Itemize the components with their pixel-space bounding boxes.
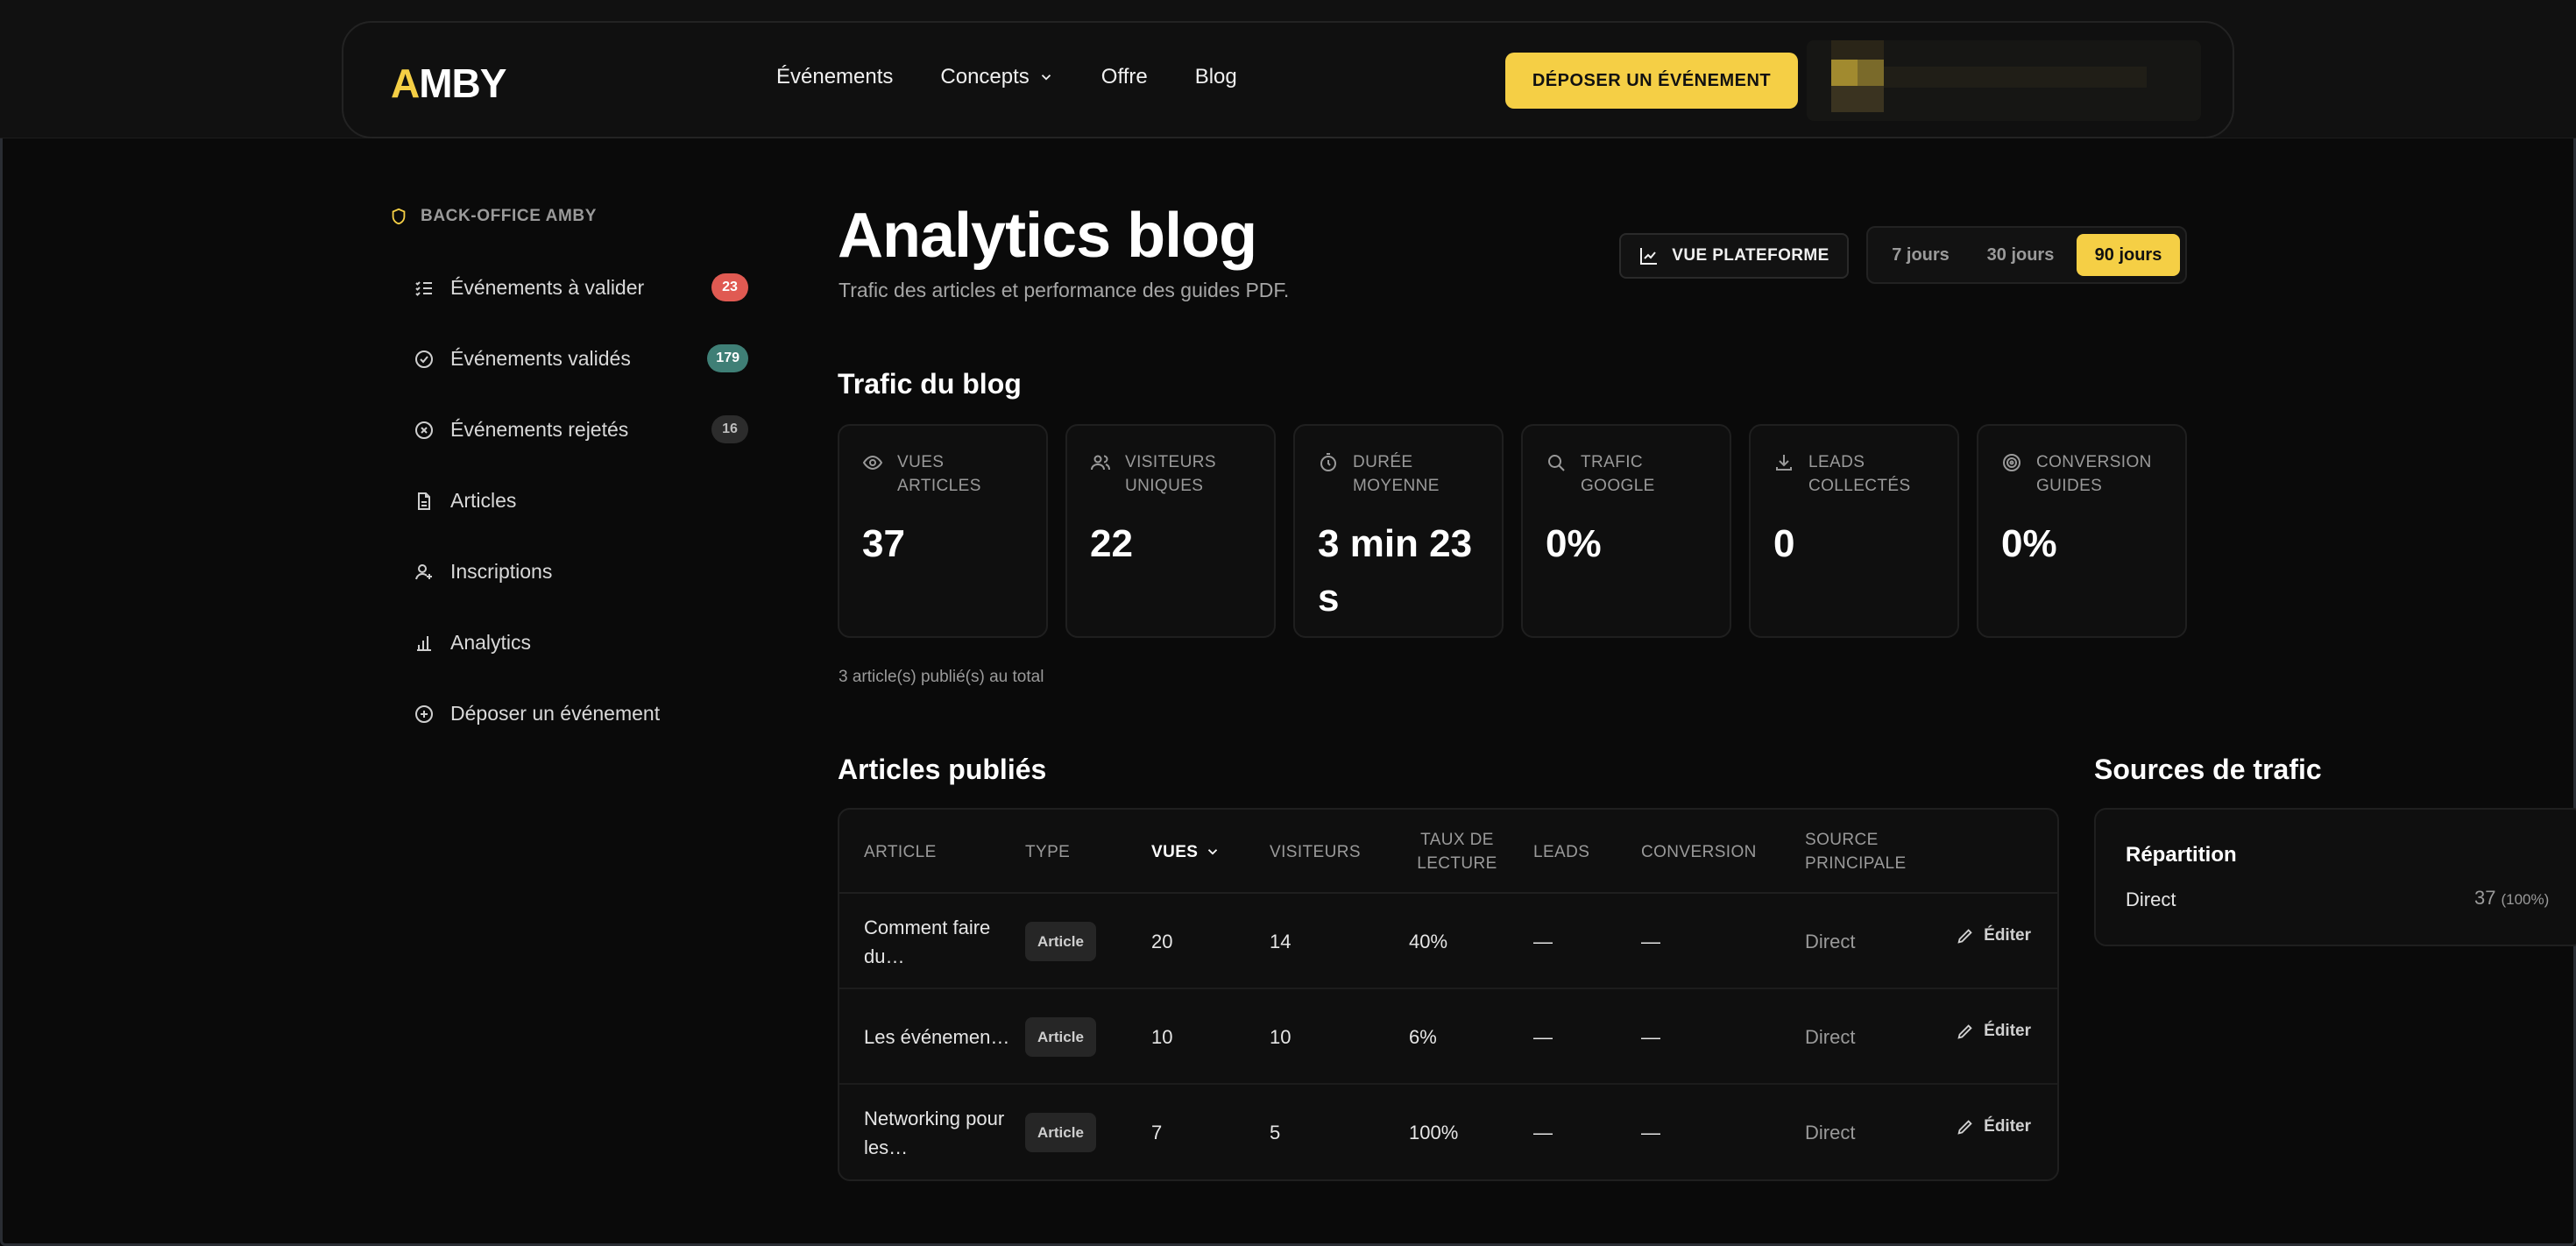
- line-chart-icon: [1640, 248, 1658, 265]
- nav-blog[interactable]: Blog: [1195, 65, 1237, 89]
- col-vues[interactable]: VUES: [1151, 810, 1221, 894]
- pencil-icon: [1957, 1024, 1972, 1039]
- edit-button[interactable]: Éditer: [1956, 894, 2031, 978]
- total-articles-note: 3 article(s) publié(s) au total: [839, 668, 1044, 686]
- vue-plateforme-button[interactable]: VUE PLATEFORME: [1619, 233, 1849, 279]
- kpi-duree-moyenne: DURÉE MOYENNE 3 min 23 s: [1293, 424, 1504, 638]
- shield-icon: [392, 208, 406, 225]
- kpi-leads-collectes: LEADS COLLECTÉS 0: [1749, 424, 1959, 638]
- sidebar-item-evenements-rejetes[interactable]: Événements rejetés 16: [389, 394, 748, 465]
- sidebar-item-evenements-a-valider[interactable]: Événements à valider 23: [389, 252, 748, 323]
- table-header: ARTICLE TYPE VUES VISITEURS TAUX DE LECT…: [839, 810, 2057, 894]
- bar-chart-icon: [417, 635, 431, 651]
- edit-button[interactable]: Éditer: [1956, 989, 2031, 1073]
- col-leads[interactable]: LEADS: [1533, 810, 1589, 894]
- checklist-icon: [415, 280, 432, 296]
- source-value: 37 (100%): [2474, 887, 2550, 909]
- period-30-jours[interactable]: 30 jours: [1970, 234, 2071, 276]
- deposer-evenement-button[interactable]: DÉPOSER UN ÉVÉNEMENT: [1505, 53, 1798, 109]
- stopwatch-icon: [1320, 453, 1336, 471]
- sidebar-item-inscriptions[interactable]: Inscriptions: [389, 536, 748, 607]
- document-icon: [418, 492, 430, 510]
- articles-section-title: Articles publiés: [838, 754, 1047, 785]
- pencil-icon: [1957, 1120, 1972, 1135]
- type-pill: Article: [1025, 1017, 1096, 1057]
- type-pill: Article: [1025, 1113, 1096, 1152]
- nav-offre[interactable]: Offre: [1101, 65, 1148, 89]
- period-selector: 7 jours 30 jours 90 jours: [1866, 226, 2187, 284]
- articles-table: ARTICLE TYPE VUES VISITEURS TAUX DE LECT…: [838, 808, 2059, 1181]
- kpi-visiteurs-uniques: VISITEURS UNIQUES 22: [1065, 424, 1276, 638]
- eye-icon: [862, 455, 883, 471]
- download-icon: [1776, 455, 1792, 471]
- traffic-section-title: Trafic du blog: [838, 368, 1022, 400]
- sidebar: BACK-OFFICE AMBY Événements à valider 23…: [389, 207, 748, 749]
- sidebar-item-articles[interactable]: Articles: [389, 465, 748, 536]
- x-circle-icon: [415, 421, 433, 439]
- repartition-title: Répartition: [2126, 843, 2237, 867]
- sidebar-heading: BACK-OFFICE AMBY: [389, 207, 748, 226]
- search-icon: [1548, 455, 1565, 471]
- sidebar-item-deposer-evenement[interactable]: Déposer un événement: [389, 678, 748, 749]
- col-taux-de-lecture[interactable]: TAUX DE LECTURE: [1409, 810, 1505, 894]
- user-menu[interactable]: [1807, 40, 2201, 121]
- kpi-row: VUES ARTICLES 37 VISITEURS UNIQUES 22 DU…: [838, 424, 2187, 638]
- kpi-conversion-guides: CONVERSION GUIDES 0%: [1977, 424, 2187, 638]
- type-pill: Article: [1025, 922, 1096, 961]
- page-title: Analytics blog: [838, 201, 1257, 271]
- col-visiteurs[interactable]: VISITEURS: [1270, 810, 1361, 894]
- sources-section-title: Sources de trafic: [2094, 754, 2322, 785]
- col-type[interactable]: TYPE: [1025, 810, 1070, 894]
- users-icon: [1091, 455, 1110, 471]
- kpi-trafic-google: TRAFIC GOOGLE 0%: [1521, 424, 1731, 638]
- table-row[interactable]: Networking pour les… Article 7 5 100% — …: [839, 1085, 2057, 1179]
- sort-chevron-down-icon: [1208, 849, 1218, 855]
- plus-circle-icon: [415, 704, 433, 723]
- target-icon: [2003, 454, 2020, 471]
- sources-card: Répartition Direct: [2094, 808, 2576, 946]
- source-name: Direct: [2126, 888, 2176, 910]
- rejected-count-badge: 16: [711, 415, 748, 443]
- sidebar-item-analytics[interactable]: Analytics: [389, 607, 748, 678]
- table-row[interactable]: Comment faire du… Article 20 14 40% — — …: [839, 894, 2057, 989]
- col-article[interactable]: ARTICLE: [864, 810, 937, 894]
- main-nav: Événements Concepts Offre Blog: [776, 65, 1237, 89]
- period-90-jours[interactable]: 90 jours: [2077, 234, 2180, 276]
- period-7-jours[interactable]: 7 jours: [1877, 234, 1964, 276]
- site-header: AMBY Événements Concepts Offre Blog DÉPO…: [342, 21, 2234, 138]
- col-conversion[interactable]: CONVERSION: [1641, 810, 1757, 894]
- validated-count-badge: 179: [707, 344, 748, 372]
- check-circle-icon: [415, 350, 433, 368]
- pencil-icon: [1957, 929, 1972, 944]
- pending-count-badge: 23: [711, 273, 748, 301]
- table-row[interactable]: Les événemen… Article 10 10 6% — — Direc…: [839, 989, 2057, 1085]
- chevron-down-icon: [1041, 74, 1051, 81]
- nav-evenements[interactable]: Événements: [776, 65, 893, 89]
- user-plus-icon: [415, 563, 432, 579]
- nav-concepts[interactable]: Concepts: [940, 65, 1053, 89]
- kpi-vues-articles: VUES ARTICLES 37: [838, 424, 1048, 638]
- edit-button[interactable]: Éditer: [1956, 1085, 2031, 1169]
- logo[interactable]: AMBY: [391, 60, 506, 107]
- page-subtitle: Trafic des articles et performance des g…: [839, 279, 1290, 301]
- sidebar-item-evenements-valides[interactable]: Événements validés 179: [389, 323, 748, 394]
- col-source-principale[interactable]: SOURCE PRINCIPALE: [1805, 810, 1928, 894]
